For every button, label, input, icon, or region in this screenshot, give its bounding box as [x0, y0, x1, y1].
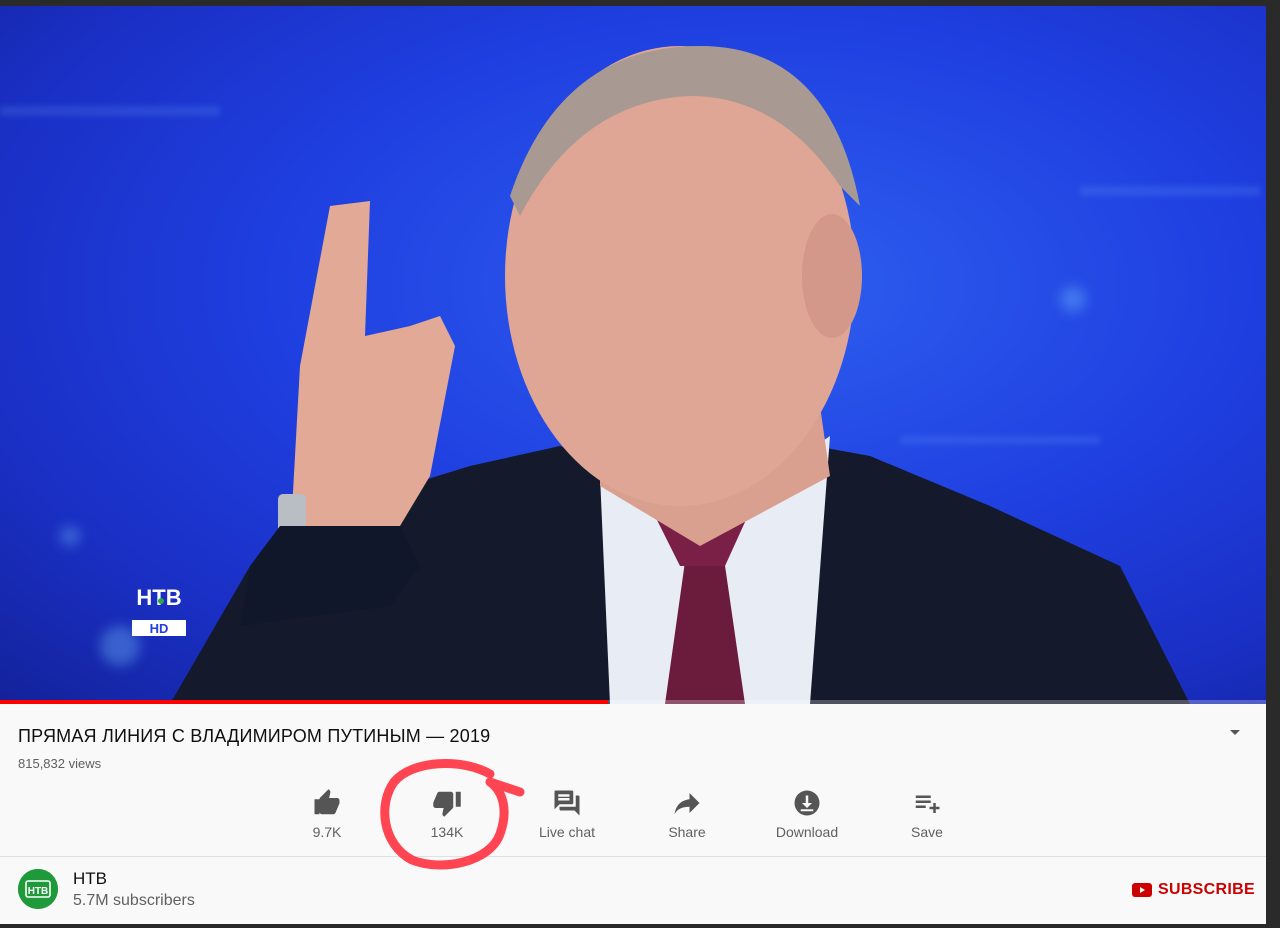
subscriber-count: 5.7M subscribers	[73, 892, 195, 909]
subscribe-label: SUBSCRIBE	[1158, 881, 1255, 898]
video-frame-person	[170, 46, 1190, 704]
download-icon	[794, 790, 820, 816]
save-playlist-icon	[915, 795, 940, 813]
download-label: Download	[775, 824, 839, 840]
live-chat-button[interactable]: Live chat	[517, 788, 617, 840]
thumbs-up-icon	[314, 789, 340, 815]
channel-name[interactable]: НТВ	[73, 869, 107, 889]
save-label: Save	[911, 824, 943, 840]
video-title: ПРЯМАЯ ЛИНИЯ С ВЛАДИМИРОМ ПУТИНЫМ — 2019	[18, 726, 491, 746]
ntv-hd-logo: НТВ HD	[132, 585, 186, 636]
subscribe-button[interactable]: SUBSCRIBE	[1132, 879, 1255, 901]
video-actions-bar: 9.7K 134K Live chat Share Download Save	[0, 782, 1266, 852]
like-button[interactable]: 9.7K	[277, 788, 377, 840]
channel-avatar[interactable]: НТВ	[18, 869, 58, 909]
avatar-letters: НТВ	[28, 886, 49, 897]
dislike-count: 134K	[430, 824, 464, 840]
video-info-panel: ПРЯМАЯ ЛИНИЯ С ВЛАДИМИРОМ ПУТИНЫМ — 2019…	[0, 704, 1266, 856]
ntv-logo-letters: НТВ	[136, 585, 181, 610]
channel-row: НТВ НТВ 5.7M subscribers SUBSCRIBE	[0, 857, 1266, 924]
share-button[interactable]: Share	[637, 788, 737, 840]
download-button[interactable]: Download	[757, 788, 857, 840]
share-label: Share	[668, 824, 706, 840]
save-button[interactable]: Save	[877, 788, 977, 840]
share-icon	[674, 793, 700, 815]
dislike-button[interactable]: 134K	[397, 788, 497, 840]
youtube-play-icon	[1132, 883, 1152, 897]
video-player[interactable]: НТВ HD	[0, 6, 1266, 704]
ntv-avatar-logo: НТВ	[18, 869, 58, 909]
like-count: 9.7K	[312, 824, 342, 840]
ntv-logo-hd: HD	[150, 621, 169, 636]
expand-description-icon[interactable]	[1230, 730, 1240, 735]
live-chat-icon	[554, 790, 580, 816]
view-count: 815,832 views	[18, 756, 102, 771]
thumbs-down-icon	[433, 791, 461, 817]
live-chat-label: Live chat	[538, 824, 596, 840]
